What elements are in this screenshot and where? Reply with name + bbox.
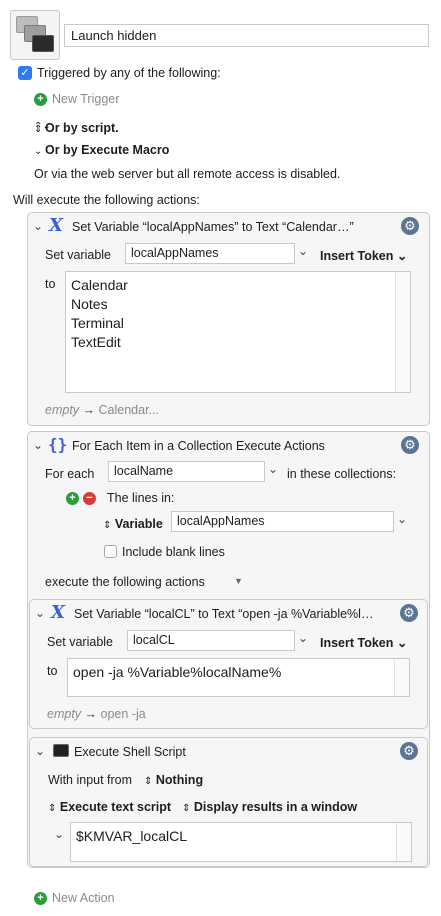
variable-name-input[interactable]: localCL — [127, 630, 295, 651]
to-label: to — [47, 664, 58, 678]
text-value-area[interactable]: Calendar Notes Terminal TextEdit — [65, 271, 411, 393]
updown-chevron-icon: ⇕ — [103, 520, 112, 531]
x-variable-icon: X — [51, 602, 65, 623]
actions-header: Will execute the following actions: — [13, 193, 200, 207]
preview-value: Calendar... — [98, 403, 159, 417]
text-line: TextEdit — [71, 334, 121, 350]
for-each-label: For each — [45, 467, 95, 481]
gear-icon[interactable]: ⚙ — [400, 604, 418, 622]
variable-name-input[interactable]: localAppNames — [125, 243, 295, 264]
action-set-variable-localappnames[interactable]: ⌄ X Set Variable “localAppNames” to Text… — [27, 212, 430, 426]
updown-chevron-icon: ⇕ — [144, 776, 153, 787]
chevron-down-icon[interactable]: ⌄ — [397, 512, 407, 526]
or-by-script-toggle[interactable]: ⇕ Or by script. — [34, 121, 119, 135]
action-title[interactable]: Set Variable “localAppNames” to Text “Ca… — [72, 220, 354, 234]
insert-token-label: Insert Token — [320, 249, 394, 263]
chevron-down-icon: ⌄ — [396, 249, 408, 263]
execute-mode-label: Execute text script — [59, 800, 172, 814]
arrow-icon: → — [82, 403, 96, 417]
new-trigger-link[interactable]: New Trigger — [52, 92, 119, 106]
action-title[interactable]: Set Variable “localCL” to Text “open -ja… — [74, 607, 373, 621]
chevron-down-icon[interactable]: ⌄ — [33, 219, 43, 233]
arrow-icon: → — [84, 707, 98, 721]
chevron-down-icon[interactable]: ⌄ — [268, 462, 278, 476]
script-text-area[interactable]: $KMVAR_localCL — [70, 822, 412, 862]
text-line: $KMVAR_localCL — [76, 828, 188, 844]
insert-token-button[interactable]: Insert Token ⌄ — [320, 248, 407, 263]
collection-variable-input[interactable]: localAppNames — [171, 511, 394, 532]
chevron-down-icon[interactable]: ⌄ — [35, 744, 45, 758]
insert-token-button[interactable]: Insert Token ⌄ — [320, 635, 407, 650]
macro-name-input[interactable]: Launch hidden — [64, 24, 429, 47]
action-for-each[interactable]: ⌄ {} For Each Item in a Collection Execu… — [27, 431, 430, 868]
empty-label: empty — [45, 403, 80, 417]
triggered-checkbox[interactable]: ✓ — [18, 66, 32, 80]
triangle-down-icon[interactable]: ▼ — [234, 576, 243, 586]
web-server-note: Or via the web server but all remote acc… — [34, 167, 341, 181]
gear-icon[interactable]: ⚙ — [401, 436, 419, 454]
terminal-icon — [53, 744, 69, 757]
new-action-link[interactable]: New Action — [52, 891, 115, 905]
text-line: open -ja %Variable%localName% — [73, 664, 282, 680]
display-mode-popup[interactable]: ⇕ Display results in a window — [182, 800, 357, 814]
execute-following-label: execute the following actions — [45, 575, 205, 589]
text-line: Terminal — [71, 315, 124, 331]
in-collections-label: in these collections: — [287, 467, 397, 481]
new-trigger-plus-icon[interactable]: + — [34, 93, 47, 106]
chevron-down-icon: ⌄ — [396, 636, 408, 650]
chevron-down-icon[interactable]: ⌄ — [35, 606, 45, 620]
scrollbar[interactable] — [395, 272, 410, 392]
or-by-script-label: Or by script. — [45, 121, 119, 135]
chevron-down-icon[interactable]: ⌄ — [33, 438, 43, 452]
text-line: Notes — [71, 296, 108, 312]
preview-value: open -ja — [100, 707, 146, 721]
gear-icon[interactable]: ⚙ — [401, 217, 419, 235]
triggers-header: Triggered by any of the following: — [37, 66, 221, 80]
or-by-execute-macro-label: Or by Execute Macro — [45, 143, 170, 157]
chevron-down-icon: ⌄ — [34, 146, 43, 157]
add-collection-button[interactable]: + — [66, 492, 79, 505]
to-label: to — [45, 277, 56, 291]
curly-braces-icon: {} — [48, 435, 68, 454]
updown-chevron-icon: ⇕ — [48, 803, 57, 814]
with-input-label: With input from — [48, 773, 133, 787]
remove-collection-button[interactable]: − — [83, 492, 96, 505]
updown-chevron-icon: ⇕ — [182, 803, 191, 814]
text-line: Calendar — [71, 277, 128, 293]
chevron-down-icon[interactable]: ⌄ — [298, 631, 308, 645]
scrollbar[interactable] — [396, 823, 411, 861]
chevron-down-icon[interactable]: ⌄ — [298, 244, 308, 258]
include-blank-label: Include blank lines — [122, 545, 225, 559]
gear-icon[interactable]: ⚙ — [400, 742, 418, 760]
checkmark-icon: ✓ — [20, 67, 30, 79]
insert-token-label: Insert Token — [320, 636, 394, 650]
set-variable-label: Set variable — [47, 635, 114, 649]
display-mode-label: Display results in a window — [193, 800, 358, 814]
variable-kind-popup[interactable]: ⇕ Variable — [103, 517, 163, 531]
include-blank-checkbox[interactable] — [104, 545, 117, 558]
or-by-execute-macro-toggle[interactable]: ⌄ Or by Execute Macro — [34, 143, 169, 157]
item-variable-input[interactable]: localName — [108, 461, 265, 482]
new-action-plus-icon[interactable]: + — [34, 892, 47, 905]
set-variable-label: Set variable — [45, 248, 112, 262]
result-preview: empty → Calendar... — [45, 403, 159, 417]
nested-action-execute-shell-script[interactable]: ⌄ Execute Shell Script ⚙ With input from… — [29, 737, 428, 867]
scrollbar[interactable] — [394, 659, 409, 696]
nested-action-set-variable-localcl[interactable]: ⌄ X Set Variable “localCL” to Text “open… — [29, 599, 428, 729]
input-source-popup[interactable]: ⇕ Nothing — [144, 773, 203, 787]
result-preview: empty → open -ja — [47, 707, 146, 721]
empty-label: empty — [47, 707, 82, 721]
macro-icon[interactable] — [10, 10, 60, 60]
input-source-label: Nothing — [155, 773, 204, 787]
action-title[interactable]: For Each Item in a Collection Execute Ac… — [72, 439, 325, 453]
x-variable-icon: X — [49, 215, 63, 236]
updown-chevron-icon: ⇕ — [34, 124, 43, 135]
text-value-area[interactable]: open -ja %Variable%localName% — [67, 658, 410, 697]
execute-mode-popup[interactable]: ⇕ Execute text script — [48, 800, 171, 814]
variable-kind-label: Variable — [114, 517, 163, 531]
chevron-down-icon[interactable]: ⌄ — [54, 827, 64, 841]
action-title[interactable]: Execute Shell Script — [74, 745, 186, 759]
lines-in-label: The lines in: — [107, 491, 175, 505]
